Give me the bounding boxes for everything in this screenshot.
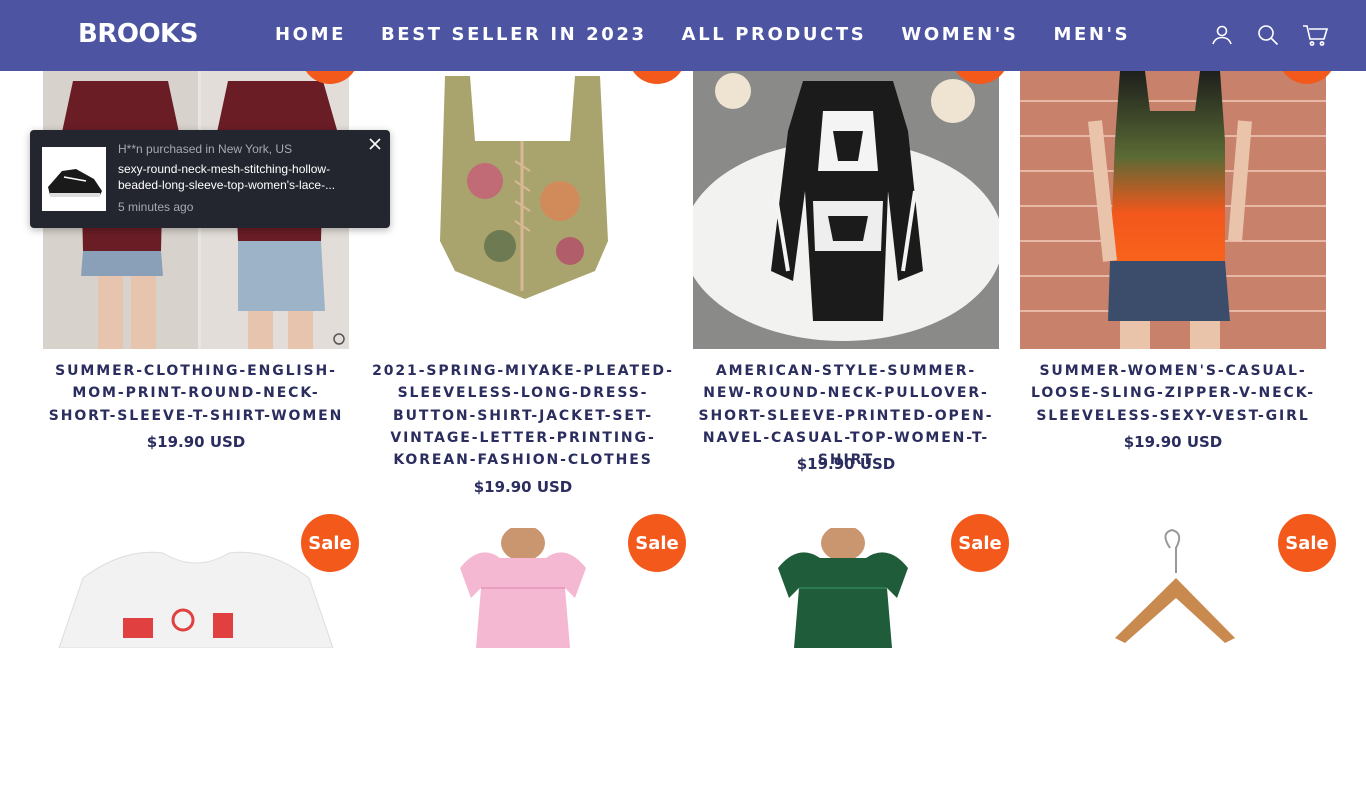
site-header: BROOKS HOME BEST SELLER IN 2023 ALL PROD… — [0, 0, 1366, 71]
product-price: $19.90 USD — [1123, 433, 1223, 451]
nav-all-products[interactable]: ALL PRODUCTS — [682, 24, 867, 45]
popup-timestamp: 5 minutes ago — [118, 200, 194, 214]
sale-badge: Sale — [951, 514, 1009, 572]
product-image[interactable] — [1020, 71, 1326, 349]
product-price: $19.90 USD — [796, 455, 896, 473]
sale-badge: Sale — [1278, 514, 1336, 572]
product-image[interactable] — [1020, 528, 1326, 806]
search-icon[interactable] — [1256, 23, 1280, 47]
popup-buyer-location: H**n purchased in New York, US — [118, 142, 293, 156]
product-image[interactable] — [693, 71, 999, 349]
product-title[interactable]: 2021-SPRING-MIYAKE-PLEATED-SLEEVELESS-LO… — [370, 360, 676, 471]
product-image[interactable] — [693, 528, 999, 806]
main-nav: HOME BEST SELLER IN 2023 ALL PRODUCTS WO… — [275, 24, 1165, 45]
nav-home[interactable]: HOME — [275, 24, 346, 45]
close-icon[interactable] — [368, 136, 382, 150]
product-price: $19.90 USD — [146, 433, 246, 451]
product-title[interactable]: SUMMER-CLOTHING-ENGLISH-MOM-PRINT-ROUND-… — [43, 360, 349, 427]
nav-mens[interactable]: MEN'S — [1053, 24, 1130, 45]
brand-logo[interactable]: BROOKS — [78, 19, 198, 49]
account-icon[interactable] — [1210, 23, 1234, 47]
header-icons — [1210, 23, 1329, 47]
sale-badge: Sale — [301, 514, 359, 572]
popup-product-name[interactable]: sexy-round-neck-mesh-stitching-hollow-be… — [118, 161, 358, 193]
product-image[interactable] — [370, 528, 676, 806]
recent-purchase-popup[interactable]: H**n purchased in New York, US sexy-roun… — [30, 130, 390, 228]
product-title[interactable]: SUMMER-WOMEN'S-CASUAL-LOOSE-SLING-ZIPPER… — [1020, 360, 1326, 427]
popup-product-thumbnail[interactable] — [42, 147, 106, 211]
cart-icon[interactable] — [1302, 23, 1329, 47]
sale-badge: Sale — [628, 514, 686, 572]
product-price: $19.90 USD — [473, 478, 573, 496]
product-image[interactable] — [43, 528, 349, 806]
nav-womens[interactable]: WOMEN'S — [901, 24, 1018, 45]
nav-best-seller[interactable]: BEST SELLER IN 2023 — [381, 24, 647, 45]
product-image[interactable] — [370, 71, 676, 349]
